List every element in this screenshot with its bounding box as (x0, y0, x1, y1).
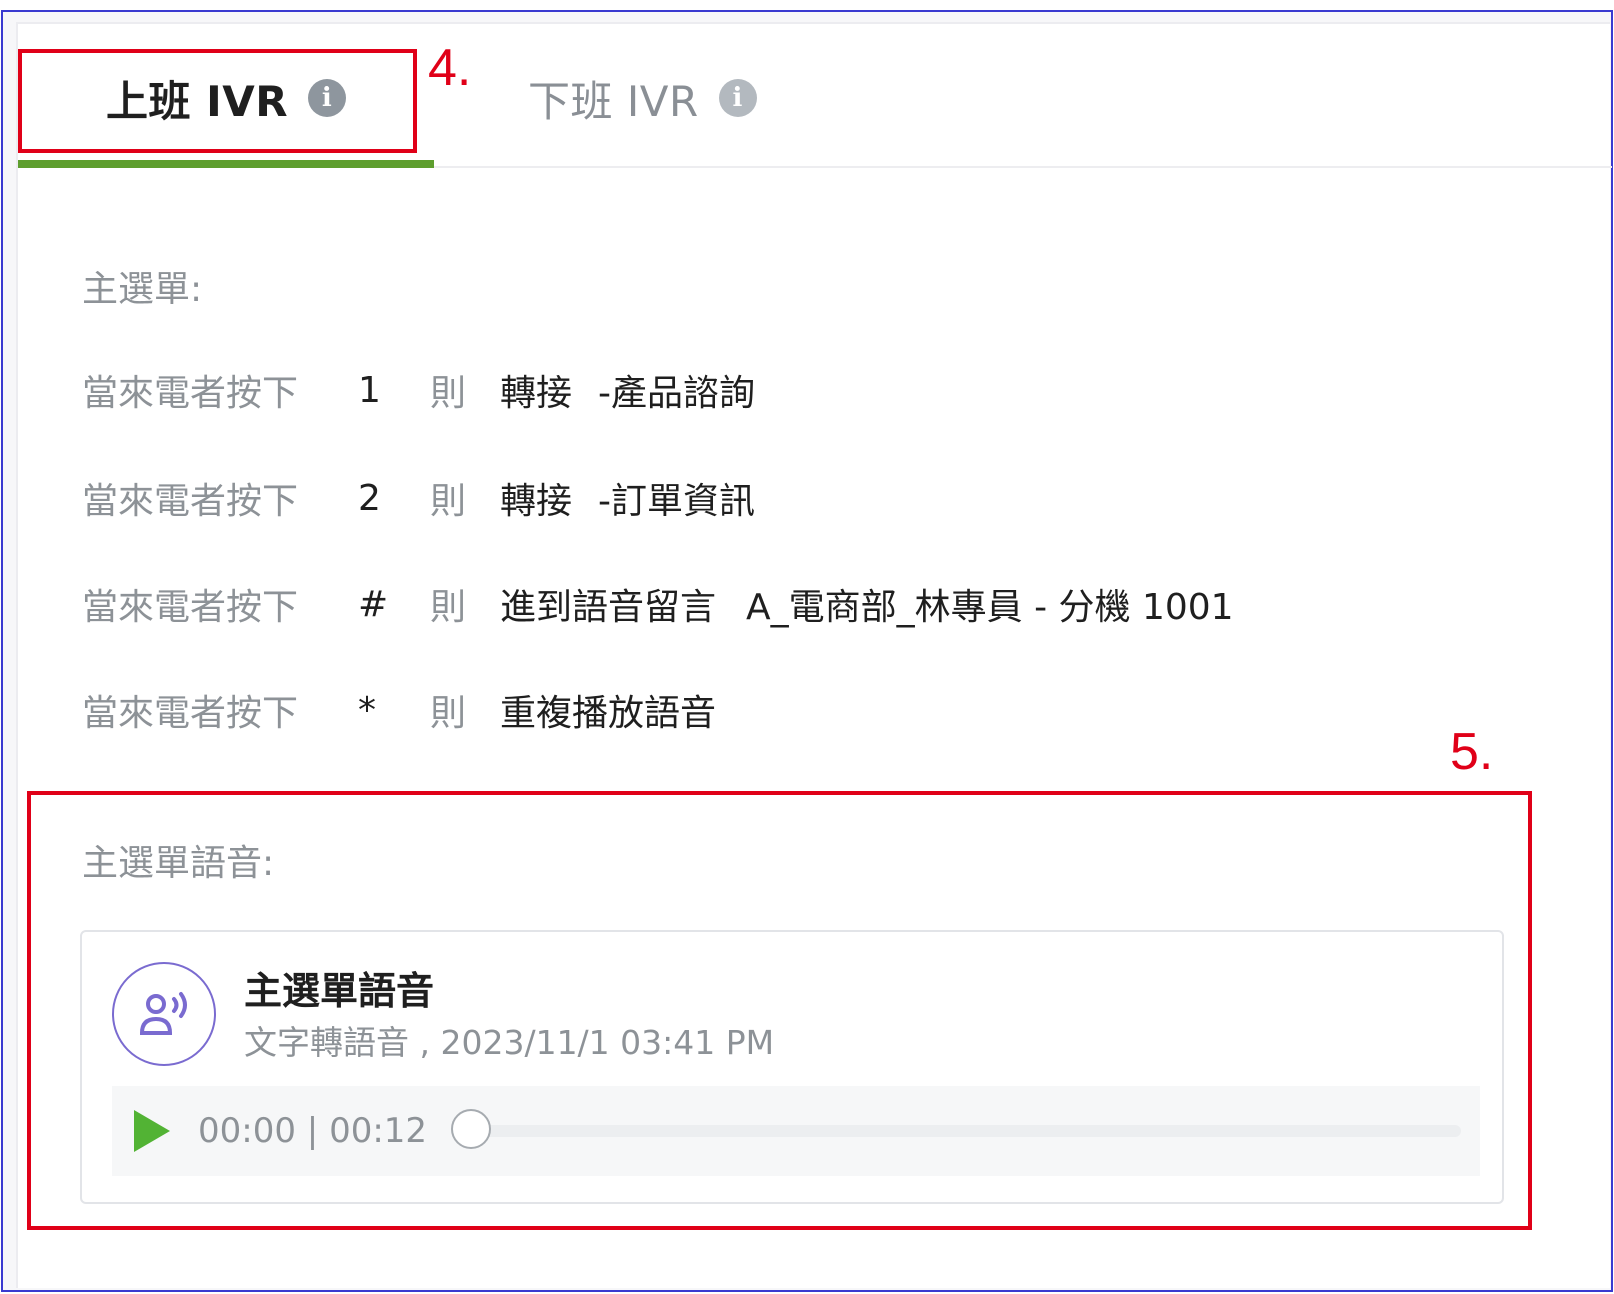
info-icon[interactable]: i (718, 79, 757, 117)
main-menu-title: 主選單: (82, 269, 203, 310)
rule-then: 則 (430, 587, 467, 628)
annotation-box-5 (27, 791, 1532, 1230)
rule-key: 1 (358, 369, 381, 411)
rule-action: 重複播放語音 (500, 693, 717, 734)
rule-action: 轉接 (500, 481, 573, 522)
rule-then: 則 (430, 693, 467, 734)
rule-prefix: 當來電者按下 (82, 587, 299, 628)
rule-target: -產品諮詢 (598, 373, 756, 414)
annotation-label-5: 5. (1450, 723, 1494, 781)
annotation-box-4 (18, 49, 417, 153)
rule-then: 則 (430, 373, 467, 414)
rule-target: -訂單資訊 (598, 481, 756, 522)
rule-prefix: 當來電者按下 (82, 693, 299, 734)
active-tab-indicator (18, 160, 434, 168)
tab-after-hours-ivr[interactable]: 下班 IVR i (528, 68, 757, 128)
rule-action: 轉接 (500, 373, 573, 414)
rule-then: 則 (430, 481, 467, 522)
rule-action: 進到語音留言 (500, 587, 717, 628)
rule-key: 2 (358, 477, 381, 519)
tab-label: 下班 IVR (528, 76, 699, 126)
menu-rule-row: 當來電者按下 * 則 重複播放語音 (82, 680, 716, 740)
annotation-label-4: 4. (428, 39, 472, 97)
menu-rule-row: 當來電者按下 2 則 轉接 -訂單資訊 (82, 468, 755, 528)
rule-key: * (358, 689, 376, 731)
rule-key: # (358, 583, 389, 625)
rule-target: A_電商部_林專員 - 分機 1001 (746, 587, 1234, 628)
menu-rule-row: 當來電者按下 1 則 轉接 -產品諮詢 (82, 360, 755, 420)
rule-prefix: 當來電者按下 (82, 481, 299, 522)
menu-rule-row: 當來電者按下 # 則 進到語音留言 A_電商部_林專員 - 分機 1001 (82, 574, 1234, 634)
rule-prefix: 當來電者按下 (82, 373, 299, 414)
